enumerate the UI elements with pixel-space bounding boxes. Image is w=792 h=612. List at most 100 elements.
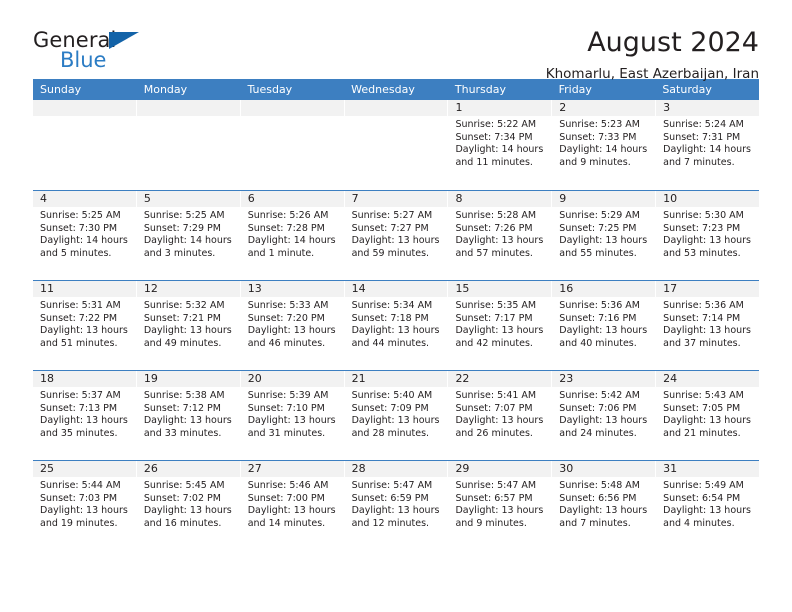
day-cell-empty bbox=[33, 100, 137, 190]
day-number: 13 bbox=[240, 281, 344, 297]
sunset-time: Sunset: 7:30 PM bbox=[40, 222, 118, 234]
sunrise-time: Sunrise: 5:45 AM bbox=[143, 480, 225, 491]
day-number bbox=[136, 100, 240, 116]
day-cell-empty bbox=[136, 100, 241, 190]
day-cell[interactable]: 10 Sunrise: 5:30 AM Sunset: 7:23 PM Dayligh… bbox=[656, 191, 760, 280]
day-cell[interactable]: 12 Sunrise: 5:32 AM Sunset: 7:21 PM Dayligh… bbox=[136, 281, 241, 370]
daylight-duration-line1: Daylight: 13 hours bbox=[247, 325, 336, 337]
day-cell[interactable]: 19 Sunrise: 5:38 AM Sunset: 7:12 PM Dayligh… bbox=[136, 371, 241, 460]
sunset-time: Sunset: 7:16 PM bbox=[559, 312, 637, 324]
sunset-time: Sunset: 7:00 PM bbox=[247, 492, 325, 504]
day-cell[interactable]: 1 Sunrise: 5:22 AM Sunset: 7:34 PM Daylight… bbox=[448, 100, 553, 190]
day-cell[interactable]: 18 Sunrise: 5:37 AM Sunset: 7:13 PM Dayligh… bbox=[33, 371, 137, 460]
day-cell[interactable]: 5 Sunrise: 5:25 AM Sunset: 7:29 PM Daylight… bbox=[136, 191, 241, 280]
daylight-duration-line1: Daylight: 13 hours bbox=[40, 505, 128, 517]
daylight-duration-line1: Daylight: 13 hours bbox=[663, 325, 752, 337]
day-cell[interactable]: 23 Sunrise: 5:42 AM Sunset: 7:06 PM Dayligh… bbox=[552, 371, 657, 460]
daylight-duration-line2: and 51 minutes. bbox=[40, 337, 118, 349]
sunset-time: Sunset: 7:06 PM bbox=[559, 402, 637, 414]
sunset-time: Sunset: 7:20 PM bbox=[247, 312, 325, 324]
sunset-time: Sunset: 7:28 PM bbox=[247, 222, 325, 234]
day-details: Sunrise: 5:47 AM Sunset: 6:57 PM Daylight:… bbox=[448, 477, 551, 530]
day-details: Sunrise: 5:37 AM Sunset: 7:13 PM Daylight:… bbox=[33, 387, 136, 440]
daylight-duration-line1: Daylight: 13 hours bbox=[40, 415, 128, 427]
day-cell[interactable]: 21 Sunrise: 5:40 AM Sunset: 7:09 PM Dayligh… bbox=[344, 371, 449, 460]
day-cell[interactable]: 2 Sunrise: 5:23 AM Sunset: 7:33 PM Daylight… bbox=[552, 100, 657, 190]
daylight-duration-line1: Daylight: 13 hours bbox=[559, 235, 648, 247]
day-number: 21 bbox=[344, 371, 448, 387]
day-number: 30 bbox=[552, 461, 656, 477]
day-details: Sunrise: 5:22 AM Sunset: 7:34 PM Daylight:… bbox=[448, 116, 551, 169]
day-cell[interactable]: 30 Sunrise: 5:48 AM Sunset: 6:56 PM Dayligh… bbox=[552, 461, 657, 550]
day-number: 17 bbox=[656, 281, 760, 297]
sunrise-time: Sunrise: 5:32 AM bbox=[143, 300, 225, 311]
sunrise-time: Sunrise: 5:34 AM bbox=[351, 300, 433, 311]
day-details: Sunrise: 5:26 AM Sunset: 7:28 PM Daylight:… bbox=[241, 207, 344, 260]
daylight-duration-line2: and 4 minutes. bbox=[663, 517, 735, 529]
day-number: 15 bbox=[448, 281, 552, 297]
daylight-duration-line2: and 1 minute. bbox=[247, 247, 315, 259]
calendar-week-row: 4 Sunrise: 5:25 AM Sunset: 7:30 PM Daylight… bbox=[33, 190, 760, 280]
weekday-saturday: Saturday bbox=[662, 83, 712, 96]
day-cell[interactable]: 31 Sunrise: 5:49 AM Sunset: 6:54 PM Dayligh… bbox=[656, 461, 760, 550]
day-details: Sunrise: 5:30 AM Sunset: 7:23 PM Daylight:… bbox=[656, 207, 759, 260]
sunrise-time: Sunrise: 5:47 AM bbox=[351, 480, 433, 491]
sunrise-time: Sunrise: 5:47 AM bbox=[455, 480, 537, 491]
day-number: 9 bbox=[552, 191, 656, 207]
day-cell[interactable]: 16 Sunrise: 5:36 AM Sunset: 7:16 PM Dayligh… bbox=[552, 281, 657, 370]
day-details: Sunrise: 5:39 AM Sunset: 7:10 PM Daylight:… bbox=[241, 387, 344, 440]
daylight-duration-line1: Daylight: 13 hours bbox=[351, 505, 440, 517]
daylight-duration-line2: and 57 minutes. bbox=[455, 247, 533, 259]
day-cell[interactable]: 3 Sunrise: 5:24 AM Sunset: 7:31 PM Daylight… bbox=[656, 100, 760, 190]
day-cell[interactable]: 17 Sunrise: 5:36 AM Sunset: 7:14 PM Dayligh… bbox=[656, 281, 760, 370]
daylight-duration-line2: and 24 minutes. bbox=[559, 427, 637, 439]
sunset-time: Sunset: 7:17 PM bbox=[455, 312, 533, 324]
day-cell[interactable]: 8 Sunrise: 5:28 AM Sunset: 7:26 PM Daylight… bbox=[448, 191, 553, 280]
day-number: 27 bbox=[240, 461, 344, 477]
day-cell[interactable]: 26 Sunrise: 5:45 AM Sunset: 7:02 PM Dayligh… bbox=[136, 461, 241, 550]
daylight-duration-line1: Daylight: 14 hours bbox=[40, 235, 128, 247]
daylight-duration-line2: and 46 minutes. bbox=[247, 337, 326, 349]
day-details: Sunrise: 5:34 AM Sunset: 7:18 PM Daylight:… bbox=[345, 297, 448, 350]
daylight-duration-line2: and 9 minutes. bbox=[559, 156, 631, 168]
day-cell[interactable]: 7 Sunrise: 5:27 AM Sunset: 7:27 PM Daylight… bbox=[344, 191, 449, 280]
day-cell[interactable]: 13 Sunrise: 5:33 AM Sunset: 7:20 PM Dayligh… bbox=[240, 281, 345, 370]
day-details: Sunrise: 5:23 AM Sunset: 7:33 PM Daylight:… bbox=[552, 116, 655, 169]
sunrise-time: Sunrise: 5:42 AM bbox=[559, 390, 640, 401]
day-number: 8 bbox=[448, 191, 552, 207]
calendar-week-row: 1 Sunrise: 5:22 AM Sunset: 7:34 PM Daylight… bbox=[33, 100, 760, 190]
sunset-time: Sunset: 7:22 PM bbox=[40, 312, 118, 324]
daylight-duration-line2: and 5 minutes. bbox=[40, 247, 112, 259]
day-cell[interactable]: 28 Sunrise: 5:47 AM Sunset: 6:59 PM Dayligh… bbox=[344, 461, 449, 550]
sunset-time: Sunset: 7:03 PM bbox=[40, 492, 118, 504]
day-number: 20 bbox=[240, 371, 344, 387]
day-cell[interactable]: 20 Sunrise: 5:39 AM Sunset: 7:10 PM Dayligh… bbox=[240, 371, 345, 460]
day-cell[interactable]: 14 Sunrise: 5:34 AM Sunset: 7:18 PM Dayligh… bbox=[344, 281, 449, 370]
general-blue-logo[interactable]: General Blue bbox=[33, 28, 148, 78]
day-details: Sunrise: 5:49 AM Sunset: 6:54 PM Daylight:… bbox=[656, 477, 759, 530]
day-cell[interactable]: 4 Sunrise: 5:25 AM Sunset: 7:30 PM Daylight… bbox=[33, 191, 137, 280]
daylight-duration-line1: Daylight: 13 hours bbox=[559, 325, 648, 337]
day-number: 22 bbox=[448, 371, 552, 387]
day-cell[interactable]: 27 Sunrise: 5:46 AM Sunset: 7:00 PM Dayligh… bbox=[240, 461, 345, 550]
day-number: 12 bbox=[136, 281, 240, 297]
daylight-duration-line1: Daylight: 14 hours bbox=[559, 144, 648, 156]
day-cell[interactable]: 15 Sunrise: 5:35 AM Sunset: 7:17 PM Dayligh… bbox=[448, 281, 553, 370]
day-cell[interactable]: 9 Sunrise: 5:29 AM Sunset: 7:25 PM Daylight… bbox=[552, 191, 657, 280]
daylight-duration-line2: and 12 minutes. bbox=[351, 517, 430, 529]
day-cell[interactable]: 11 Sunrise: 5:31 AM Sunset: 7:22 PM Dayligh… bbox=[33, 281, 137, 370]
day-number: 6 bbox=[240, 191, 344, 207]
daylight-duration-line1: Daylight: 13 hours bbox=[559, 505, 648, 517]
day-cell[interactable]: 6 Sunrise: 5:26 AM Sunset: 7:28 PM Daylight… bbox=[240, 191, 345, 280]
daylight-duration-line2: and 44 minutes. bbox=[351, 337, 430, 349]
day-cell[interactable]: 25 Sunrise: 5:44 AM Sunset: 7:03 PM Dayligh… bbox=[33, 461, 137, 550]
daylight-duration-line2: and 59 minutes. bbox=[351, 247, 430, 259]
sunset-time: Sunset: 7:33 PM bbox=[559, 131, 637, 143]
sunset-time: Sunset: 7:14 PM bbox=[663, 312, 741, 324]
sunrise-time: Sunrise: 5:49 AM bbox=[663, 480, 744, 491]
day-cell[interactable]: 24 Sunrise: 5:43 AM Sunset: 7:05 PM Dayligh… bbox=[656, 371, 760, 460]
day-number: 19 bbox=[136, 371, 240, 387]
day-cell[interactable]: 29 Sunrise: 5:47 AM Sunset: 6:57 PM Dayligh… bbox=[448, 461, 553, 550]
day-details: Sunrise: 5:40 AM Sunset: 7:09 PM Daylight:… bbox=[345, 387, 448, 440]
day-cell[interactable]: 22 Sunrise: 5:41 AM Sunset: 7:07 PM Dayligh… bbox=[448, 371, 553, 460]
